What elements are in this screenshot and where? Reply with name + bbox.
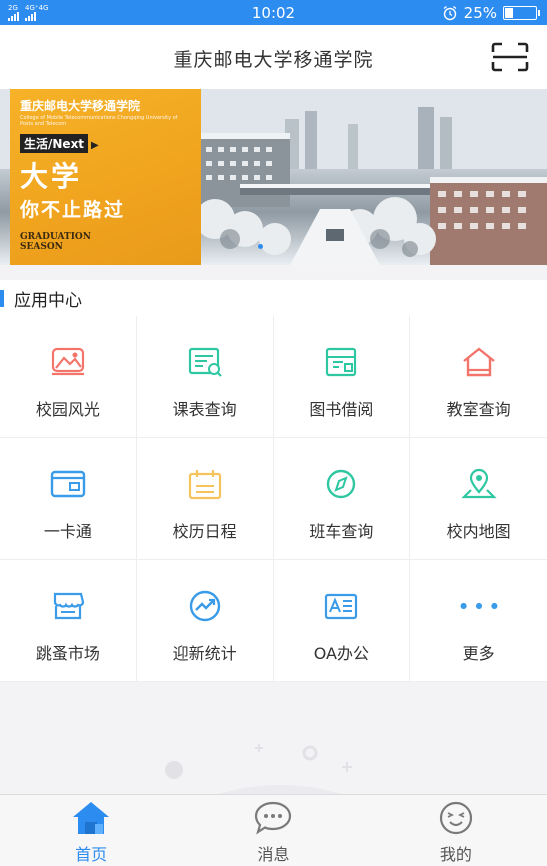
app-tile-label: 校历日程 [172,522,237,541]
battery-fill [505,7,513,18]
alarm-icon [443,5,457,20]
play-arrow-icon: ▶ [91,140,99,151]
page-title: 重庆邮电大学移通学院 [173,49,374,71]
signal-bars-icon [8,11,19,21]
tab-profile[interactable]: 我的 [365,795,547,866]
battery-percent: 25% [463,3,497,22]
book-icon [321,342,361,382]
app-tile-label: 跳蚤市场 [35,644,100,663]
section-accent-bar [0,289,4,307]
app-tile[interactable]: OA办公 [273,560,411,682]
promo-school-english: College of Mobile Telecommunications Cho… [20,115,178,127]
signal-indicators: 2G 4G⁺4G [8,3,49,21]
promo-headline: 大学 [20,160,83,193]
profile-face-icon [436,798,476,838]
contact-card-icon [321,586,361,626]
app-tile[interactable]: 校历日程 [136,438,274,560]
landscape-icon [48,342,88,382]
app-grid: 校园风光 课表查询 图书借阅 教室查询一卡通 校历日程 班车查询 校内地图跳蚤市场 迎新统计 O… [0,316,547,682]
app-tile[interactable]: 迎新统计 [136,560,274,682]
app-tile-label: 一卡通 [43,522,92,541]
tab-home-label: 首页 [75,845,108,864]
promo-tag: 生活/Next [20,134,89,153]
app-tile[interactable]: 教室查询 [410,316,547,438]
tab-profile-label: 我的 [439,845,472,864]
app-tile[interactable]: 班车查询 [273,438,411,560]
banner-promo-panel: 重庆邮电大学移通学院 College of Mobile Telecommuni… [10,89,201,265]
app-tile-label: 迎新统计 [172,644,237,663]
tab-home[interactable]: 首页 [0,795,182,866]
signal-2-label: 4G⁺4G [25,3,49,12]
map-pin-icon [459,464,499,504]
app-tile[interactable]: 课表查询 [136,316,274,438]
app-tile-label: 班车查询 [309,522,374,541]
scan-icon [491,42,529,72]
promo-school-name: 重庆邮电大学移通学院 [20,99,141,113]
status-bar: 2G 4G⁺4G 10:02 25% [0,0,547,25]
app-tile-label: 更多 [462,644,495,663]
signal-bars-icon [25,11,36,21]
app-tile-label: 校内地图 [446,522,511,541]
app-tile[interactable]: 更多 [410,560,547,682]
carousel-indicator[interactable] [258,244,263,249]
card-icon [48,464,88,504]
timetable-icon [185,342,225,382]
tab-messages-label: 消息 [257,845,290,864]
message-icon [253,798,293,838]
app-tile-label: 课表查询 [172,400,237,419]
bottom-tab-bar: 首页 消息 我的 [0,794,547,866]
shop-icon [48,586,88,626]
promo-tag-row: 生活/Next ▶ [20,127,191,153]
house-icon [459,342,499,382]
scan-button[interactable] [491,42,529,72]
app-center-header: 应用中心 [0,280,547,316]
trend-icon [185,586,225,626]
banner-carousel[interactable]: 重庆邮电大学移通学院 College of Mobile Telecommuni… [0,89,547,265]
app-tile[interactable]: 一卡通 [0,438,137,560]
empty-state-illustration [165,744,360,800]
promo-graduation-line1: GRADUATION [20,232,91,242]
promo-graduation: GRADUATION SEASON [20,232,191,252]
app-tile[interactable]: 校内地图 [410,438,547,560]
app-header: 重庆邮电大学移通学院 [0,25,547,89]
app-tile[interactable]: 跳蚤市场 [0,560,137,682]
app-tile-label: OA办公 [313,644,369,663]
app-tile[interactable]: 校园风光 [0,316,137,438]
home-icon [71,798,111,838]
signal-1: 2G [8,3,19,21]
promo-subline: 你不止路过 [20,199,126,221]
battery-icon [503,5,540,20]
promo-graduation-line2: SEASON [20,242,63,252]
app-tile-label: 教室查询 [446,400,511,419]
signal-2: 4G⁺4G [25,3,49,21]
status-right: 25% [442,3,540,22]
calendar-icon [185,464,225,504]
tab-messages[interactable]: 消息 [182,795,364,866]
more-dots-icon [459,586,499,626]
app-tile-label: 图书借阅 [309,400,374,419]
signal-1-label: 2G [8,3,18,12]
section-title: 应用中心 [14,290,82,311]
compass-icon [321,464,361,504]
app-tile[interactable]: 图书借阅 [273,316,411,438]
app-tile-label: 校园风光 [35,400,100,419]
